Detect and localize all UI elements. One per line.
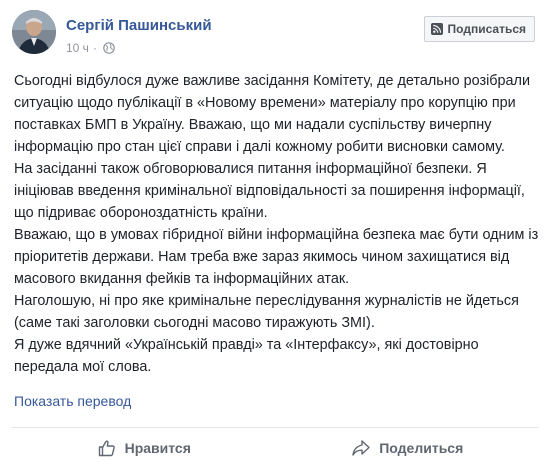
facebook-post: Сергій Пашинський 10 ч · Подписаться Сьо… bbox=[0, 0, 551, 469]
thumbs-up-icon bbox=[98, 440, 115, 457]
post-paragraph: На засіданні також обговорювалися питанн… bbox=[14, 161, 525, 221]
subscribe-label: Подписаться bbox=[447, 22, 526, 36]
like-button[interactable]: Нравится bbox=[12, 428, 276, 468]
meta-separator: · bbox=[92, 41, 97, 55]
author-avatar[interactable] bbox=[12, 10, 56, 54]
post-actions: Нравится Поделиться bbox=[12, 428, 539, 468]
post-body: Сьогодні відбулося дуже важливе засіданн… bbox=[14, 70, 539, 378]
subscribe-button[interactable]: Подписаться bbox=[423, 16, 535, 42]
post-timestamp[interactable]: 10 ч bbox=[66, 41, 89, 55]
share-arrow-icon bbox=[352, 440, 370, 456]
share-button[interactable]: Поделиться bbox=[276, 428, 540, 468]
post-paragraph: Сьогодні відбулося дуже важливе засіданн… bbox=[14, 73, 530, 155]
show-translation-link[interactable]: Показать перевод bbox=[14, 393, 131, 409]
like-label: Нравится bbox=[124, 440, 191, 456]
rss-icon bbox=[430, 23, 443, 35]
post-header: Сергій Пашинський 10 ч · Подписаться bbox=[12, 10, 539, 60]
avatar-photo bbox=[12, 10, 56, 54]
post-paragraph: Наголошую, ні про яке кримінальне пересл… bbox=[14, 293, 519, 331]
post-meta: 10 ч · bbox=[66, 41, 115, 55]
post-paragraph: Я дуже вдячний «Українській правді» та «… bbox=[14, 337, 479, 375]
globe-icon[interactable] bbox=[103, 42, 115, 54]
post-paragraph: Вважаю, що в умовах гібридної війни інфо… bbox=[14, 227, 539, 287]
author-name[interactable]: Сергій Пашинський bbox=[66, 17, 212, 34]
share-label: Поделиться bbox=[379, 440, 464, 456]
